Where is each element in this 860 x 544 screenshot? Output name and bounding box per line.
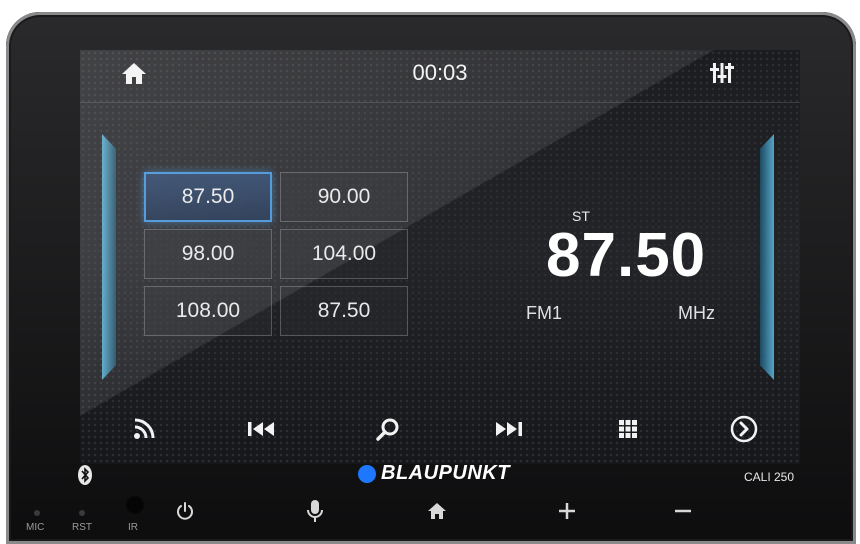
search-icon[interactable] xyxy=(372,414,404,444)
clock: 00:03 xyxy=(412,60,468,85)
grid-menu-icon[interactable] xyxy=(612,414,644,444)
preset-button-1[interactable]: 87.50 xyxy=(144,172,272,222)
preset-button-4[interactable]: 104.00 xyxy=(280,229,408,279)
brand-dot-icon xyxy=(358,464,376,483)
previous-track-icon[interactable] xyxy=(246,414,278,444)
preset-grid: 87.50 90.00 98.00 104.00 108.00 87.50 xyxy=(144,172,408,336)
model-label: CALI 250 xyxy=(744,470,795,484)
preset-button-3[interactable]: 98.00 xyxy=(144,229,272,279)
control-bar xyxy=(80,400,800,458)
frequency-display: 87.50 xyxy=(546,221,707,290)
bluetooth-icon xyxy=(76,464,94,486)
preset-button-5[interactable]: 108.00 xyxy=(144,286,272,336)
volume-up-icon[interactable] xyxy=(554,498,580,524)
volume-down-icon[interactable] xyxy=(670,498,696,524)
mic-label: MIC xyxy=(26,522,45,533)
rst-label: RST xyxy=(72,522,92,533)
equalizer-icon[interactable] xyxy=(708,60,736,86)
preset-button-2[interactable]: 90.00 xyxy=(280,172,408,222)
preset-button-6[interactable]: 87.50 xyxy=(280,286,408,336)
band-label[interactable]: FM1 xyxy=(526,303,562,324)
reset-button[interactable] xyxy=(79,510,85,516)
brand-logo: BLAUPUNKT xyxy=(358,462,510,485)
microphone-icon[interactable] xyxy=(302,498,328,524)
touchscreen: 00:03 87.50 90.00 98.00 104.00 108.00 87… xyxy=(80,50,800,464)
arrow-right-circle-icon[interactable] xyxy=(728,414,760,444)
head-unit: 00:03 87.50 90.00 98.00 104.00 108.00 87… xyxy=(6,12,856,544)
next-track-icon[interactable] xyxy=(492,414,524,444)
left-edge-glow xyxy=(102,134,116,380)
ir-label: IR xyxy=(128,522,138,533)
home-button-icon[interactable] xyxy=(424,498,450,524)
power-icon[interactable] xyxy=(172,498,198,524)
right-edge-glow xyxy=(760,134,774,380)
unit-label: MHz xyxy=(678,303,715,323)
home-icon[interactable] xyxy=(120,60,148,86)
rss-icon[interactable] xyxy=(128,414,160,444)
brand-name: BLAUPUNKT xyxy=(381,462,510,484)
ir-sensor xyxy=(124,494,146,516)
mic-hole xyxy=(34,510,40,516)
status-bar: 00:03 xyxy=(80,50,800,103)
